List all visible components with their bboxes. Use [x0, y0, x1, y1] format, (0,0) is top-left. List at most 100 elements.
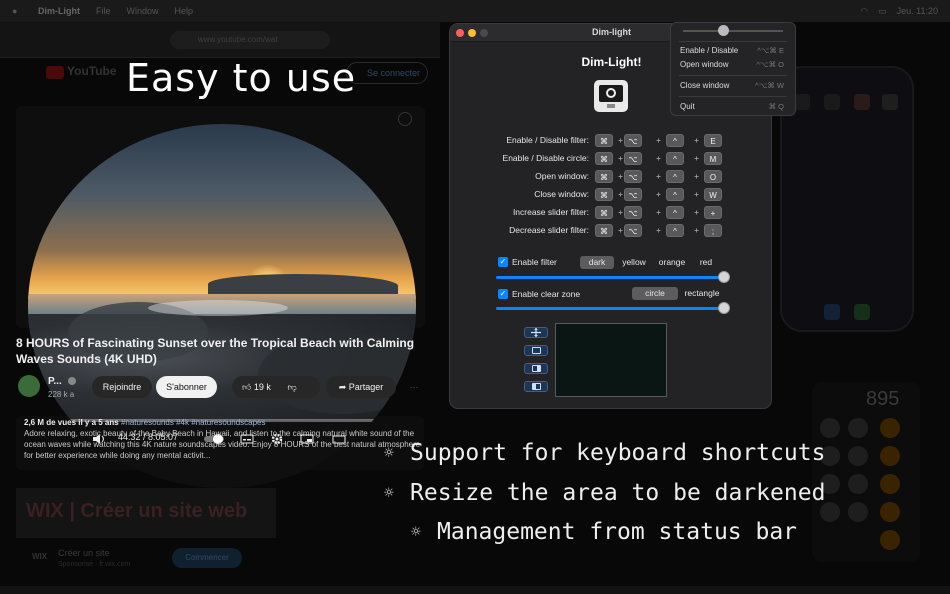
thumbs-up-icon[interactable]: 👍︎ [242, 382, 251, 392]
menu-window[interactable]: Window [127, 6, 159, 16]
calc-key[interactable] [820, 418, 840, 438]
menu-item-enable-disable[interactable]: Enable / Disable ^⌥⌘ E [680, 46, 790, 57]
shortcut-key[interactable]: ^ [666, 188, 684, 201]
left-half-icon[interactable] [524, 381, 548, 392]
menu-app-name[interactable]: Dim-Light [38, 6, 80, 16]
shortcut-key[interactable]: ⌥ [624, 206, 642, 219]
shortcut-key[interactable]: ⌘ [595, 224, 613, 237]
right-half-icon[interactable] [524, 363, 548, 374]
channel-avatar[interactable] [18, 375, 40, 397]
shortcut-key[interactable]: ^ [666, 224, 684, 237]
menu-item-close-window[interactable]: Close window ^⌥⌘ W [680, 81, 790, 92]
enable-clear-zone-label[interactable]: Enable clear zone [512, 289, 580, 299]
calc-key[interactable] [848, 474, 868, 494]
calc-key-op[interactable] [880, 502, 900, 522]
shortcut-key[interactable]: ⌥ [624, 152, 642, 165]
zone-slider-thumb[interactable] [718, 302, 730, 314]
phone-app-icon [882, 94, 898, 110]
shortcut-key[interactable]: ⌘ [595, 170, 613, 183]
plus-sign: + [656, 207, 661, 217]
filter-option-dark[interactable]: dark [580, 256, 614, 269]
apple-icon[interactable]: ● [12, 6, 22, 16]
like-count[interactable]: 19 k [254, 382, 271, 392]
zone-preview[interactable] [555, 323, 667, 397]
feature-line: ☼ Support for keyboard shortcuts [384, 440, 825, 466]
calc-key-op[interactable] [880, 446, 900, 466]
filter-option-yellow[interactable]: yellow [616, 256, 652, 269]
plus-sign: + [694, 225, 699, 235]
menubar-clock[interactable]: Jeu. 11:20 [897, 6, 938, 16]
shortcut-key[interactable]: M [704, 152, 722, 165]
zone-option-circle[interactable]: circle [632, 287, 678, 300]
calc-key[interactable] [848, 418, 868, 438]
brightness-slider[interactable] [683, 25, 783, 36]
menu-item-open-window[interactable]: Open window ^⌥⌘ O [680, 60, 790, 71]
calc-key[interactable] [848, 502, 868, 522]
shortcut-key[interactable]: ⌥ [624, 224, 642, 237]
shortcut-key[interactable]: ^ [666, 152, 684, 165]
calc-key-op[interactable] [880, 474, 900, 494]
shortcut-key[interactable]: ^ [666, 206, 684, 219]
plus-sign: + [618, 207, 623, 217]
shortcut-key[interactable]: + [704, 206, 722, 219]
menu-item-quit[interactable]: Quit ⌘ Q [680, 102, 790, 113]
shortcut-key[interactable]: ⌥ [624, 188, 642, 201]
menu-item-label: Quit [680, 102, 695, 111]
plus-sign: + [694, 189, 699, 199]
shortcut-key[interactable]: ⌥ [624, 134, 642, 147]
calc-key-op[interactable] [880, 530, 900, 550]
video-title[interactable]: 8 HOURS of Fascinating Sunset over the T… [16, 335, 420, 367]
calculator-display: 895 [866, 388, 900, 410]
join-button[interactable]: Rejoindre [92, 376, 152, 398]
move-icon[interactable] [524, 327, 548, 338]
phone-dock-icon [824, 304, 840, 320]
filter-option-orange[interactable]: orange [654, 256, 690, 269]
share-icon: ➦ [338, 382, 347, 392]
calc-key[interactable] [848, 446, 868, 466]
phone-app-icon [824, 94, 840, 110]
shortcut-label: Open window: [535, 171, 589, 181]
thumbs-down-icon[interactable]: 👎︎ [287, 382, 296, 392]
menu-help[interactable]: Help [175, 6, 194, 16]
wifi-icon[interactable]: ◠ [860, 6, 868, 17]
feature-line: ☼ Management from status bar [411, 519, 797, 545]
enable-clear-zone-checkbox[interactable]: ✓ [498, 289, 508, 299]
shortcut-key[interactable]: ⌘ [595, 188, 613, 201]
filter-slider-thumb[interactable] [718, 271, 730, 283]
more-options-icon[interactable]: ⋯ [404, 376, 424, 398]
filter-slider-track[interactable] [496, 276, 724, 279]
enable-filter-checkbox[interactable]: ✓ [498, 257, 508, 267]
calc-key-op[interactable] [880, 418, 900, 438]
channel-name[interactable]: P... [48, 376, 62, 387]
menu-file[interactable]: File [96, 6, 111, 16]
youtube-logo-text[interactable]: YouTube [67, 64, 117, 78]
zone-slider-track[interactable] [496, 307, 724, 310]
shortcut-key[interactable]: ^ [666, 134, 684, 147]
shortcut-key[interactable]: ⌘ [595, 206, 613, 219]
center-zone-icon[interactable] [524, 345, 548, 356]
left-half-glyph [532, 383, 541, 390]
youtube-logo-icon[interactable] [46, 66, 64, 79]
video-description[interactable]: 2,6 M de vues il y a 5 ans #naturesounds… [24, 417, 424, 461]
ad-cta-button[interactable]: Commencer [172, 548, 242, 568]
brightness-slider-thumb[interactable] [718, 25, 729, 36]
signin-button[interactable]: Se connecter [346, 62, 428, 84]
shortcut-key[interactable]: ; [704, 224, 722, 237]
plus-sign: + [656, 135, 661, 145]
share-button[interactable]: ➦ Partager [326, 376, 396, 398]
shortcut-key[interactable]: W [704, 188, 722, 201]
video-tags[interactable]: #naturesounds #4k #naturesoundscapes [121, 418, 266, 427]
battery-icon[interactable]: ▭ [878, 6, 887, 17]
zone-option-rectangle[interactable]: rectangle [680, 287, 724, 300]
url-bar[interactable]: www.youtube.com/wat [170, 31, 330, 49]
shortcut-key[interactable]: ^ [666, 170, 684, 183]
filter-option-red[interactable]: red [692, 256, 720, 269]
ad-title[interactable]: Créer un site [58, 548, 110, 558]
shortcut-key[interactable]: ⌥ [624, 170, 642, 183]
shortcut-key[interactable]: ⌘ [595, 134, 613, 147]
shortcut-key[interactable]: O [704, 170, 722, 183]
shortcut-key[interactable]: ⌘ [595, 152, 613, 165]
enable-filter-label[interactable]: Enable filter [512, 257, 557, 267]
subscribe-button[interactable]: S'abonner [156, 376, 217, 398]
shortcut-key[interactable]: E [704, 134, 722, 147]
